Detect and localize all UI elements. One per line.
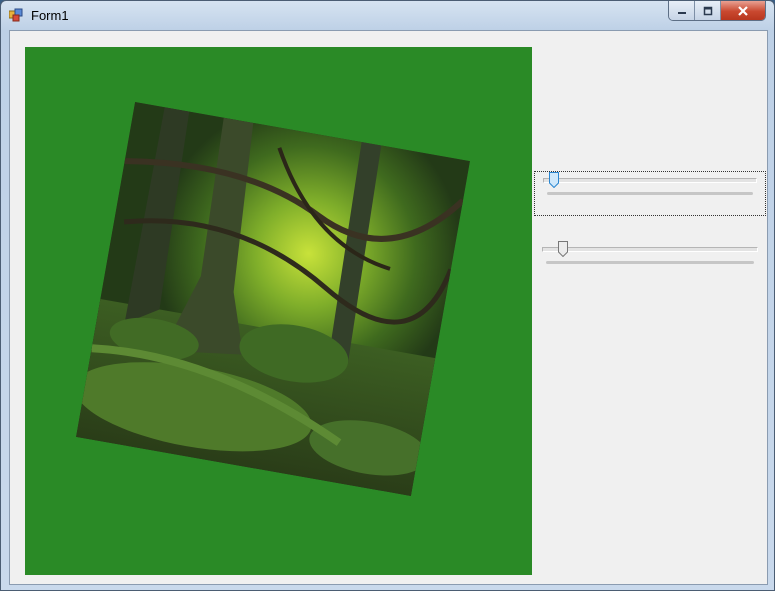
trackbar-1-thumb[interactable] bbox=[549, 172, 560, 189]
window-title: Form1 bbox=[31, 8, 69, 23]
rotated-forest-image bbox=[76, 102, 470, 496]
trackbar-2[interactable] bbox=[534, 237, 766, 277]
minimize-button[interactable] bbox=[669, 1, 695, 20]
minimize-icon bbox=[677, 11, 686, 14]
trackbar-1-track[interactable] bbox=[543, 178, 757, 183]
close-button[interactable] bbox=[721, 1, 765, 20]
trackbar-2-thumb[interactable] bbox=[558, 241, 569, 258]
trackbar-1[interactable] bbox=[534, 171, 766, 216]
window-controls bbox=[668, 1, 766, 21]
form1-window: Form1 bbox=[0, 0, 775, 591]
picture-box bbox=[25, 47, 532, 575]
trackbar-2-track[interactable] bbox=[542, 247, 758, 252]
maximize-button[interactable] bbox=[695, 1, 721, 20]
form-client-area bbox=[9, 30, 768, 585]
maximize-icon bbox=[703, 6, 712, 15]
title-bar[interactable]: Form1 bbox=[1, 1, 774, 29]
trackbar-2-tick-bar bbox=[546, 261, 754, 264]
trackbar-1-tick-bar bbox=[547, 192, 753, 195]
close-icon bbox=[738, 5, 748, 16]
app-icon[interactable] bbox=[8, 8, 23, 22]
